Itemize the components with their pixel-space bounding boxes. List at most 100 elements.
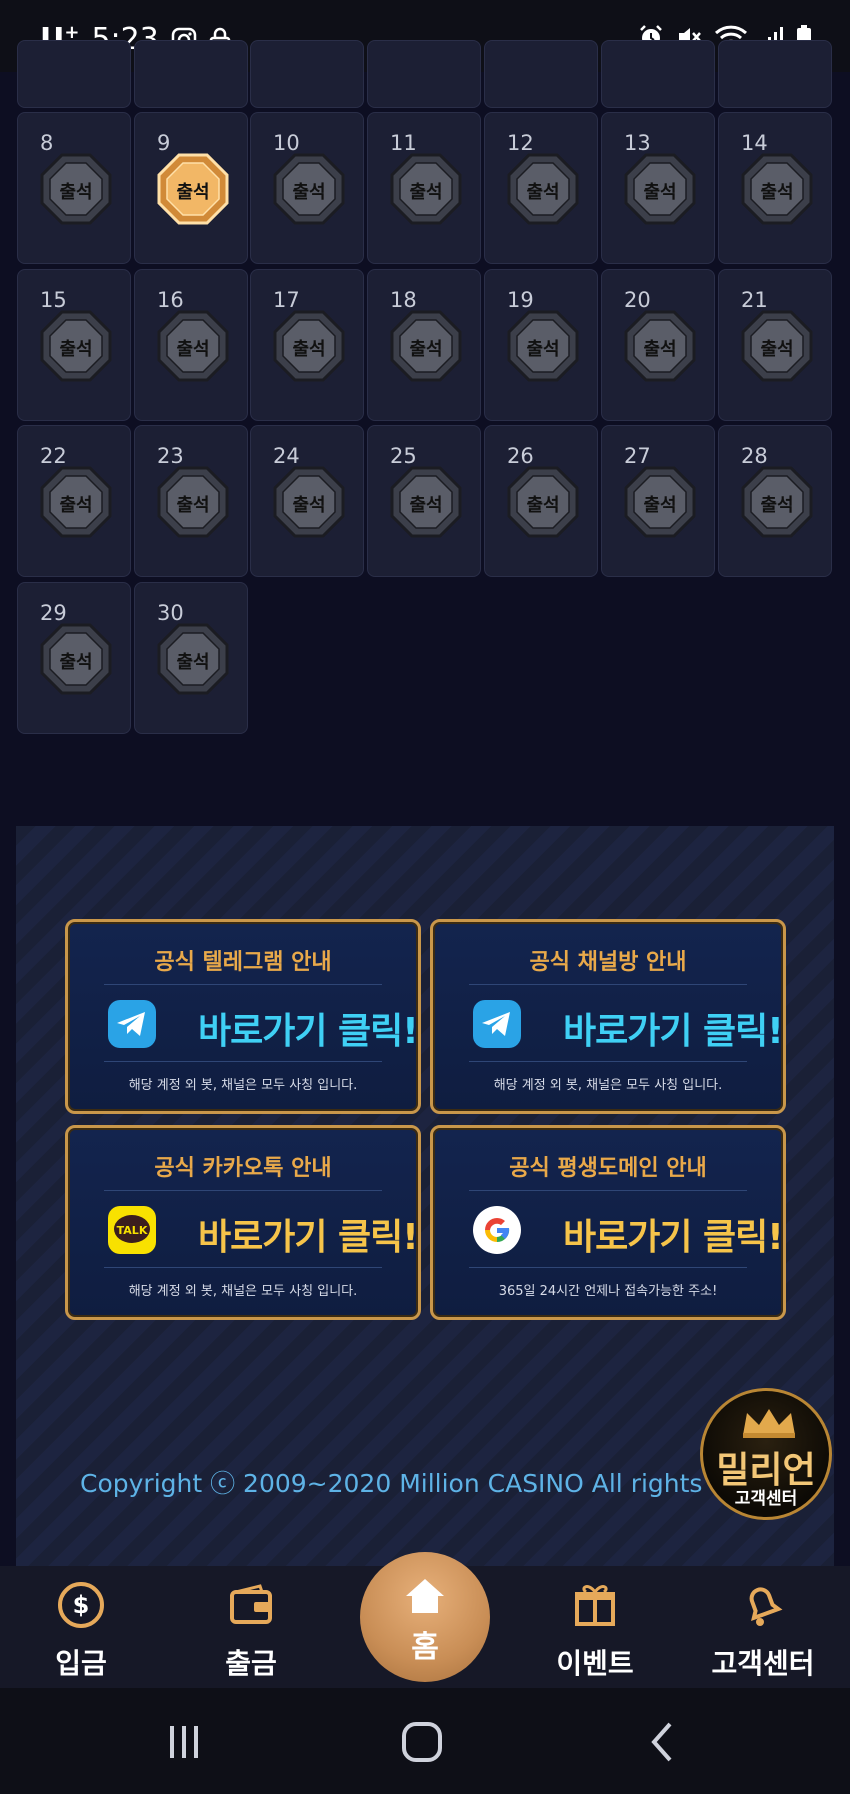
- attendance-stamp-checked: 출석: [157, 153, 229, 225]
- stamp-label: 출석: [643, 182, 677, 203]
- stamp-label: 출석: [409, 339, 443, 360]
- attendance-stamp: 출석: [507, 153, 579, 225]
- copyright-text: Copyright ⓒ 2009~2020 Million CASINO All…: [80, 1469, 720, 1498]
- stamp-label: 출석: [292, 339, 326, 360]
- attendance-stamp: 출석: [507, 310, 579, 382]
- day-number: 27: [624, 444, 651, 468]
- telegram-icon: [108, 1000, 156, 1048]
- nav-withdraw[interactable]: 출금: [176, 1566, 326, 1688]
- attendance-stamp: 출석: [741, 153, 813, 225]
- attendance-stamp: 출석: [624, 466, 696, 538]
- calendar-cell-partial: [718, 40, 832, 108]
- day-number: 11: [390, 131, 417, 155]
- attendance-stamp: 출석: [40, 153, 112, 225]
- calendar-day-cell[interactable]: 20 출석: [601, 269, 715, 421]
- calendar-day-cell[interactable]: 28 출석: [718, 425, 832, 577]
- divider: [469, 1267, 747, 1268]
- attendance-stamp: 출석: [157, 466, 229, 538]
- calendar-day-cell[interactable]: 24 출석: [250, 425, 364, 577]
- calendar-cell-partial: [601, 40, 715, 108]
- calendar-day-cell[interactable]: 21 출석: [718, 269, 832, 421]
- home-nav-icon[interactable]: [400, 1720, 444, 1764]
- stamp-label: 출석: [760, 339, 794, 360]
- calendar-day-cell[interactable]: 13 출석: [601, 112, 715, 264]
- nav-event[interactable]: 이벤트: [520, 1566, 670, 1688]
- stamp-label: 출석: [409, 495, 443, 516]
- nav-label: 고객센터: [711, 1647, 815, 1680]
- day-number: 16: [157, 288, 184, 312]
- stamp-label: 출석: [526, 339, 560, 360]
- stamp-label: 출석: [643, 339, 677, 360]
- divider: [104, 1061, 382, 1062]
- nav-label: 입금: [55, 1647, 107, 1680]
- day-number: 14: [741, 131, 768, 155]
- promo-title: 공식 카카오톡 안내: [154, 1156, 332, 1181]
- calendar-day-cell[interactable]: 8 출석: [17, 112, 131, 264]
- back-icon[interactable]: [646, 1720, 676, 1764]
- calendar-day-cell[interactable]: 16 출석: [134, 269, 248, 421]
- attendance-stamp: 출석: [624, 153, 696, 225]
- day-number: 24: [273, 444, 300, 468]
- calendar-day-cell[interactable]: 9 출석: [134, 112, 248, 264]
- go-button-label: 바로가기 클릭!: [198, 1011, 419, 1052]
- go-button-label: 바로가기 클릭!: [563, 1011, 784, 1052]
- nav-support[interactable]: 고객센터: [688, 1566, 838, 1688]
- google-icon: [473, 1206, 521, 1254]
- day-number: 19: [507, 288, 534, 312]
- calendar-day-cell[interactable]: 14 출석: [718, 112, 832, 264]
- day-number: 10: [273, 131, 300, 155]
- calendar-day-cell[interactable]: 25 출석: [367, 425, 481, 577]
- calendar-day-cell[interactable]: 26 출석: [484, 425, 598, 577]
- calendar-day-cell[interactable]: 10 출석: [250, 112, 364, 264]
- wallet-icon: [230, 1584, 272, 1624]
- crown-icon: [743, 1409, 795, 1438]
- telegram-promo-card[interactable]: 공식 텔레그램 안내 바로가기 클릭! 해당 계정 외 봇, 채널은 모두 사칭…: [65, 919, 421, 1114]
- calendar-day-cell[interactable]: 27 출석: [601, 425, 715, 577]
- attendance-stamp: 출석: [40, 623, 112, 695]
- recent-apps-icon[interactable]: [164, 1722, 204, 1762]
- calendar-day-cell[interactable]: 17 출석: [250, 269, 364, 421]
- nav-deposit[interactable]: $ 입금: [6, 1566, 156, 1688]
- system-nav-bar: [0, 1688, 850, 1794]
- attendance-stamp: 출석: [741, 466, 813, 538]
- stamp-label: 출석: [760, 495, 794, 516]
- customer-center-badge[interactable]: 밀리언 고객센터: [700, 1388, 832, 1520]
- calendar-day-cell[interactable]: 19 출석: [484, 269, 598, 421]
- divider: [104, 1267, 382, 1268]
- calendar-day-cell[interactable]: 30 출석: [134, 582, 248, 734]
- attendance-stamp: 출석: [273, 466, 345, 538]
- attendance-stamp: 출석: [273, 310, 345, 382]
- promo-note: 해당 계정 외 봇, 채널은 모두 사칭 입니다.: [493, 1078, 723, 1093]
- kakaotalk-promo-card[interactable]: 공식 카카오톡 안내 TALK 바로가기 클릭! 해당 계정 외 봇, 채널은 …: [65, 1125, 421, 1320]
- calendar-day-cell[interactable]: 18 출석: [367, 269, 481, 421]
- domain-promo-card[interactable]: 공식 평생도메인 안내 바로가기 클릭! 365일 24시간 언제나 접속가능한…: [430, 1125, 786, 1320]
- channel-promo-card[interactable]: 공식 채널방 안내 바로가기 클릭! 해당 계정 외 봇, 채널은 모두 사칭 …: [430, 919, 786, 1114]
- day-number: 8: [40, 131, 54, 155]
- calendar-day-cell[interactable]: 23 출석: [134, 425, 248, 577]
- svg-text:TALK: TALK: [117, 1224, 148, 1237]
- divider: [469, 1061, 747, 1062]
- calendar-day-cell[interactable]: 12 출석: [484, 112, 598, 264]
- calendar-day-cell[interactable]: 15 출석: [17, 269, 131, 421]
- stamp-label: 출석: [292, 182, 326, 203]
- nav-home-button[interactable]: 홈: [360, 1552, 490, 1682]
- stamp-label: 출석: [176, 652, 210, 673]
- day-number: 12: [507, 131, 534, 155]
- calendar-day-cell[interactable]: 11 출석: [367, 112, 481, 264]
- attendance-stamp: 출석: [157, 310, 229, 382]
- nav-label: 이벤트: [556, 1647, 634, 1680]
- calendar-day-cell[interactable]: 22 출석: [17, 425, 131, 577]
- calendar-day-cell[interactable]: 29 출석: [17, 582, 131, 734]
- stamp-label: 출석: [59, 652, 93, 673]
- stamp-label: 출석: [292, 495, 326, 516]
- home-icon: [406, 1579, 444, 1613]
- home-label: 홈: [411, 1630, 439, 1665]
- badge-subtitle: 고객센터: [734, 1489, 798, 1509]
- calendar-cell-partial: [367, 40, 481, 108]
- stamp-label: 출석: [176, 495, 210, 516]
- promo-note: 해당 계정 외 봇, 채널은 모두 사칭 입니다.: [128, 1078, 358, 1093]
- attendance-stamp: 출석: [390, 466, 462, 538]
- day-number: 17: [273, 288, 300, 312]
- day-number: 25: [390, 444, 417, 468]
- stamp-label: 출석: [59, 495, 93, 516]
